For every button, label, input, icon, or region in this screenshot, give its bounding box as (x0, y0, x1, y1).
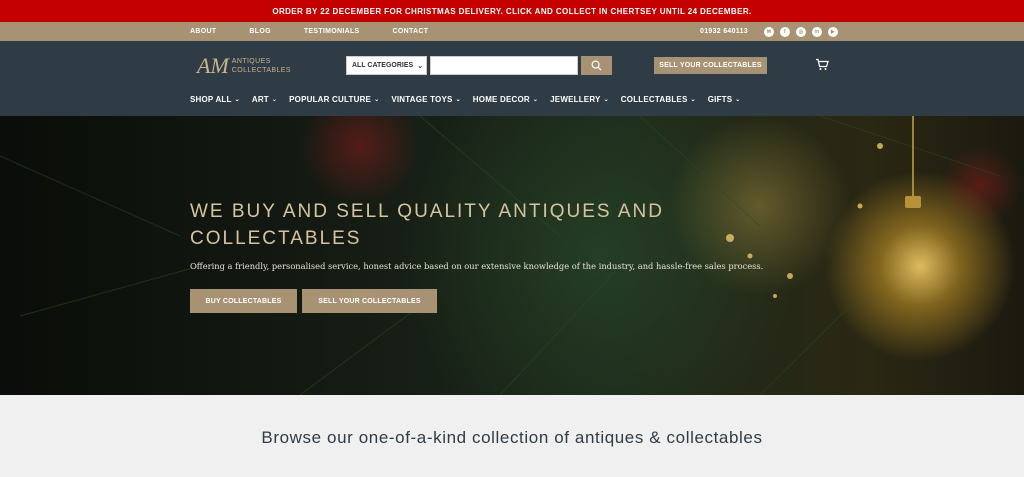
nav-art[interactable]: ART ⌄ (252, 95, 277, 104)
nav-label: JEWELLERY (550, 95, 601, 104)
chevron-down-icon: ⌄ (271, 97, 278, 103)
nav-label: VINTAGE TOYS (391, 95, 453, 104)
category-select-label: ALL CATEGORIES (352, 62, 414, 69)
nav-shop-all[interactable]: SHOP ALL ⌄ (190, 95, 240, 104)
logo-line-1: ANTIQUES (231, 58, 271, 65)
nav-label: COLLECTABLES (620, 95, 688, 104)
category-select[interactable]: ALL CATEGORIES ⌄ (346, 56, 427, 75)
browse-heading: Browse our one-of-a-kind collection of a… (261, 428, 763, 447)
testimonials-link[interactable]: TESTIMONIALS (304, 28, 360, 35)
blog-link[interactable]: BLOG (249, 28, 270, 35)
nav-label: POPULAR CULTURE (289, 95, 372, 104)
phone-number[interactable]: 01932 640113 (700, 28, 748, 35)
search-icon (591, 60, 602, 71)
main-nav: SHOP ALL ⌄ ART ⌄ POPULAR CULTURE ⌄ VINTAGE … (190, 95, 753, 104)
contact-link[interactable]: CONTACT (393, 28, 429, 35)
chevron-down-icon: ⌄ (455, 97, 461, 103)
nav-label: SHOP ALL (190, 95, 232, 104)
utility-right: 01932 640113 ✉ f ◎ in ▶ (700, 26, 838, 37)
nav-home-decor[interactable]: HOME DECOR ⌄ (473, 95, 538, 104)
nav-gifts[interactable]: GIFTS ⌄ (708, 95, 741, 104)
hero-banner: WE BUY AND SELL QUALITY ANTIQUES AND COL… (0, 116, 1024, 395)
sell-collectables-button[interactable]: SELL YOUR COLLECTABLES (302, 289, 437, 313)
chevron-down-icon: ⌄ (532, 97, 539, 103)
announcement-bar: ORDER BY 22 DECEMBER FOR CHRISTMAS DELIV… (0, 0, 1024, 22)
chevron-down-icon: ⌄ (234, 97, 240, 103)
search-bar: ALL CATEGORIES ⌄ (346, 56, 612, 75)
nav-label: GIFTS (707, 95, 733, 104)
nav-jewellery[interactable]: JEWELLERY ⌄ (550, 95, 609, 104)
christmas-tree-background (0, 116, 1001, 395)
logo-line-2: COLLECTABLES (231, 67, 291, 74)
search-button[interactable] (581, 56, 612, 75)
hero-subtitle: Offering a friendly, personalised servic… (190, 261, 764, 271)
cart-button[interactable] (815, 58, 829, 76)
nav-label: HOME DECOR (472, 95, 530, 104)
youtube-icon[interactable]: ▶ (828, 26, 838, 37)
chevron-down-icon: ⌄ (417, 62, 424, 70)
browse-section: Browse our one-of-a-kind collection of a… (0, 395, 1024, 477)
email-icon[interactable]: ✉ (764, 26, 774, 37)
logo-mark: AM (197, 53, 229, 78)
nav-vintage-toys[interactable]: VINTAGE TOYS ⌄ (391, 95, 460, 104)
buy-collectables-button[interactable]: BUY COLLECTABLES (190, 289, 297, 313)
nav-popular-culture[interactable]: POPULAR CULTURE ⌄ (289, 95, 379, 104)
nav-collectables[interactable]: COLLECTABLES ⌄ (621, 95, 696, 104)
chevron-down-icon: ⌄ (374, 97, 380, 103)
chevron-down-icon: ⌄ (603, 97, 609, 103)
site-logo[interactable]: AM ANTIQUES COLLECTABLES (197, 55, 291, 77)
instagram-icon[interactable]: ◎ (796, 26, 806, 37)
logo-text: ANTIQUES COLLECTABLES (232, 57, 291, 75)
about-link[interactable]: ABOUT (190, 28, 216, 35)
nav-label: ART (251, 95, 269, 104)
announcement-text: ORDER BY 22 DECEMBER FOR CHRISTMAS DELIV… (272, 6, 752, 16)
facebook-icon[interactable]: f (780, 26, 790, 37)
utility-bar: ABOUT BLOG TESTIMONIALS CONTACT 01932 64… (0, 22, 1024, 41)
main-header: AM ANTIQUES COLLECTABLES ALL CATEGORIES … (0, 41, 1024, 116)
cart-icon (816, 58, 829, 70)
linkedin-icon[interactable]: in (812, 26, 822, 37)
header-sell-button[interactable]: SELL YOUR COLLECTABLES (654, 57, 767, 74)
chevron-down-icon: ⌄ (735, 97, 741, 103)
chevron-down-icon: ⌄ (690, 97, 696, 103)
search-input[interactable] (430, 56, 578, 75)
hero-title: WE BUY AND SELL QUALITY ANTIQUES AND COL… (190, 201, 664, 249)
utility-links: ABOUT BLOG TESTIMONIALS CONTACT (190, 28, 461, 35)
